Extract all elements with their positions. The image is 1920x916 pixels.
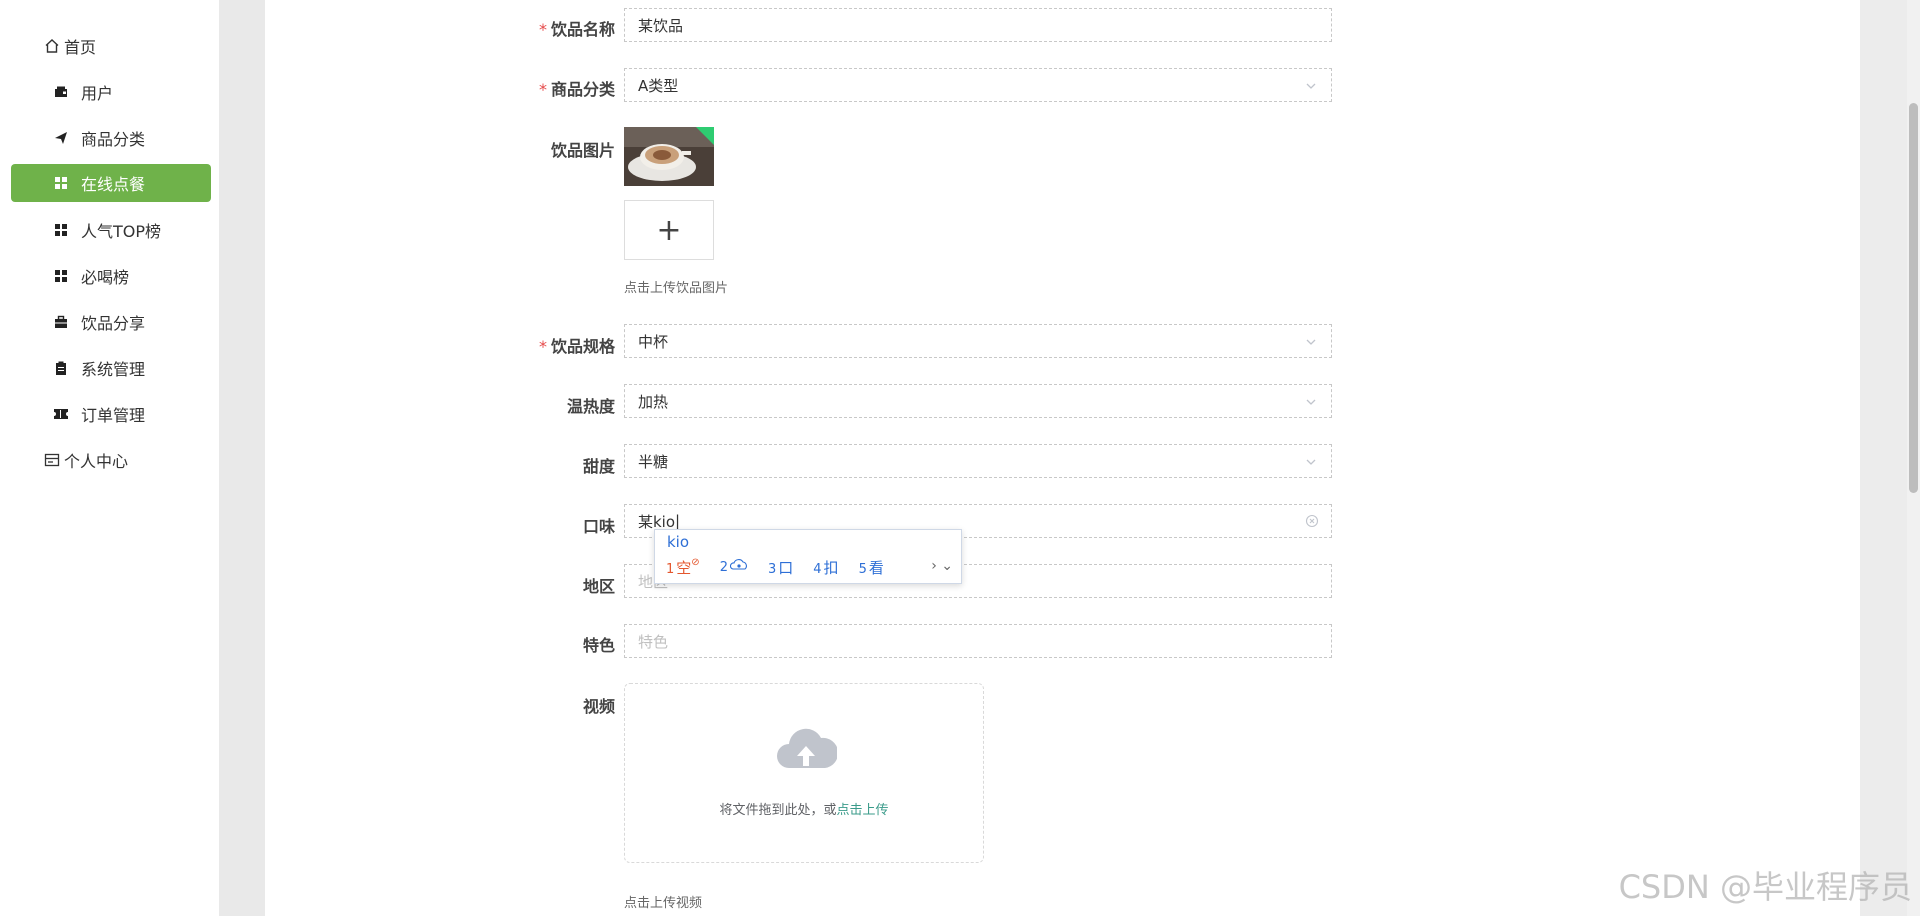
wallet-icon [53, 84, 69, 100]
ime-candidate[interactable]: 3口 [768, 557, 793, 578]
ime-candidate[interactable]: 2 [720, 557, 748, 578]
taste-label: 口味 [582, 517, 615, 536]
sidebar-item-label: 个人中心 [64, 452, 129, 471]
spec-select[interactable]: 中杯 [624, 324, 1332, 358]
sidebar-item-label: 订单管理 [81, 406, 146, 425]
add-image-button[interactable]: + [624, 200, 714, 260]
sidebar-item-label: 必喝榜 [81, 268, 130, 287]
cloud-upload-icon [775, 724, 839, 778]
sidebar-item-home[interactable]: 首页 [11, 27, 211, 65]
sweetness-select[interactable]: 半糖 [624, 444, 1332, 478]
ime-candidate[interactable]: 1 空⊘ [666, 557, 700, 578]
ime-candidate[interactable]: 4扣 [813, 557, 838, 578]
sweetness-label: 甜度 [582, 457, 615, 476]
page-gutter [219, 0, 265, 916]
sidebar-item-label: 用户 [81, 84, 114, 103]
ime-candidate-popup: kio 1 空⊘ 2 3口 4扣 5看 › ⌄ [654, 529, 962, 584]
image-label: 饮品图片 [550, 141, 615, 160]
video-upload-dropzone[interactable]: 将文件拖到此处，或点击上传 [624, 683, 984, 863]
check-circle-icon: ⊘ [691, 557, 700, 568]
drink-image-thumbnail[interactable] [624, 127, 714, 186]
send-icon [53, 130, 69, 146]
feature-input[interactable]: 特色 [624, 624, 1332, 658]
ime-nav: › ⌄ [931, 558, 953, 574]
sidebar-item-orders[interactable]: 订单管理 [11, 395, 211, 433]
sidebar: 首页 用户 商品分类 在线点餐 人气TOP榜 必喝榜 饮品分享 系统管理 订单管… [0, 0, 219, 916]
sidebar-item-category[interactable]: 商品分类 [11, 119, 211, 157]
ime-expand-button[interactable]: ⌄ [941, 558, 953, 574]
video-label: 视频 [582, 697, 615, 716]
sidebar-item-online-order[interactable]: 在线点餐 [11, 164, 211, 202]
video-drop-text: 将文件拖到此处，或点击上传 [719, 803, 889, 818]
clear-icon[interactable] [1305, 514, 1319, 532]
ticket-icon [53, 406, 69, 422]
sidebar-item-label: 在线点餐 [81, 175, 146, 194]
category-label: * 商品分类 [538, 80, 615, 99]
sidebar-item-users[interactable]: 用户 [11, 73, 211, 111]
cloud-eye-icon [729, 557, 748, 575]
feature-label: 特色 [582, 636, 615, 655]
chevron-down-icon [1305, 394, 1317, 412]
name-label: * 饮品名称 [538, 20, 615, 39]
sidebar-item-system[interactable]: 系统管理 [11, 349, 211, 387]
sidebar-item-label: 饮品分享 [81, 314, 146, 333]
sidebar-item-label: 商品分类 [81, 130, 146, 149]
ime-candidate-list: 1 空⊘ 2 3口 4扣 5看 [666, 557, 904, 578]
card-icon [44, 452, 60, 468]
sidebar-item-drink-share[interactable]: 饮品分享 [11, 303, 211, 341]
chevron-down-icon [1305, 78, 1317, 96]
briefcase-icon [53, 314, 69, 330]
sidebar-item-must-drink[interactable]: 必喝榜 [11, 257, 211, 295]
chevron-down-icon [1305, 454, 1317, 472]
sidebar-item-label: 系统管理 [81, 360, 146, 379]
ime-next-page-button[interactable]: › [931, 558, 937, 574]
grid-icon [53, 175, 69, 191]
region-label: 地区 [582, 577, 615, 596]
category-select[interactable]: A类型 [624, 68, 1332, 102]
sidebar-item-label: 人气TOP榜 [81, 222, 162, 241]
spec-label: * 饮品规格 [538, 337, 615, 356]
grid-icon [53, 222, 69, 238]
name-input[interactable]: 某饮品 [624, 8, 1332, 42]
text-caret: | [675, 512, 681, 530]
temperature-select[interactable]: 加热 [624, 384, 1332, 418]
sidebar-item-top-popular[interactable]: 人气TOP榜 [11, 211, 211, 249]
ime-candidate[interactable]: 5看 [859, 557, 884, 578]
video-hint: 点击上传视频 [624, 896, 703, 911]
temperature-label: 温热度 [566, 397, 615, 416]
grid-icon [53, 268, 69, 284]
ime-composition: kio [667, 533, 690, 551]
image-hint: 点击上传饮品图片 [624, 281, 729, 296]
sidebar-item-label: 首页 [64, 38, 97, 57]
clipboard-icon [53, 360, 69, 376]
click-upload-link[interactable]: 点击上传 [837, 803, 889, 818]
sidebar-item-profile[interactable]: 个人中心 [11, 441, 211, 479]
home-icon [44, 38, 60, 54]
watermark: CSDN @毕业程序员 [1618, 868, 1912, 906]
chevron-down-icon [1305, 334, 1317, 352]
scrollbar-thumb[interactable] [1909, 103, 1918, 493]
